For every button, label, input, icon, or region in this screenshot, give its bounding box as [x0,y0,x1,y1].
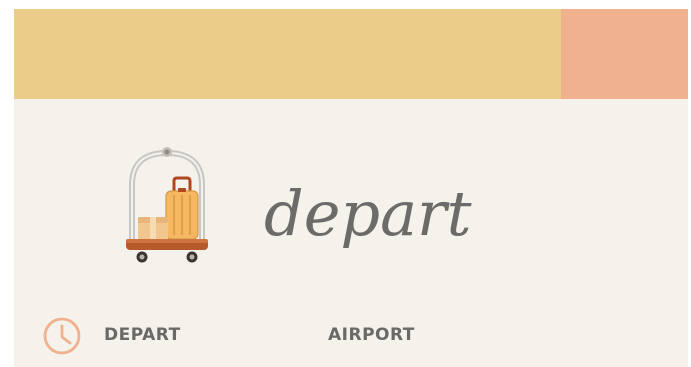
banner-right [561,9,688,99]
info-row: DEPART AIRPORT [42,314,522,356]
depart-label: DEPART [104,325,181,345]
banner-left [14,9,561,99]
clock-icon [43,317,81,355]
headline-text: depart [264,177,472,250]
headline: depart [264,177,472,250]
airport-label: AIRPORT [328,325,415,345]
luggage-cart-icon [126,147,208,263]
page-card: depart DEPART AIRPORT [14,9,688,367]
